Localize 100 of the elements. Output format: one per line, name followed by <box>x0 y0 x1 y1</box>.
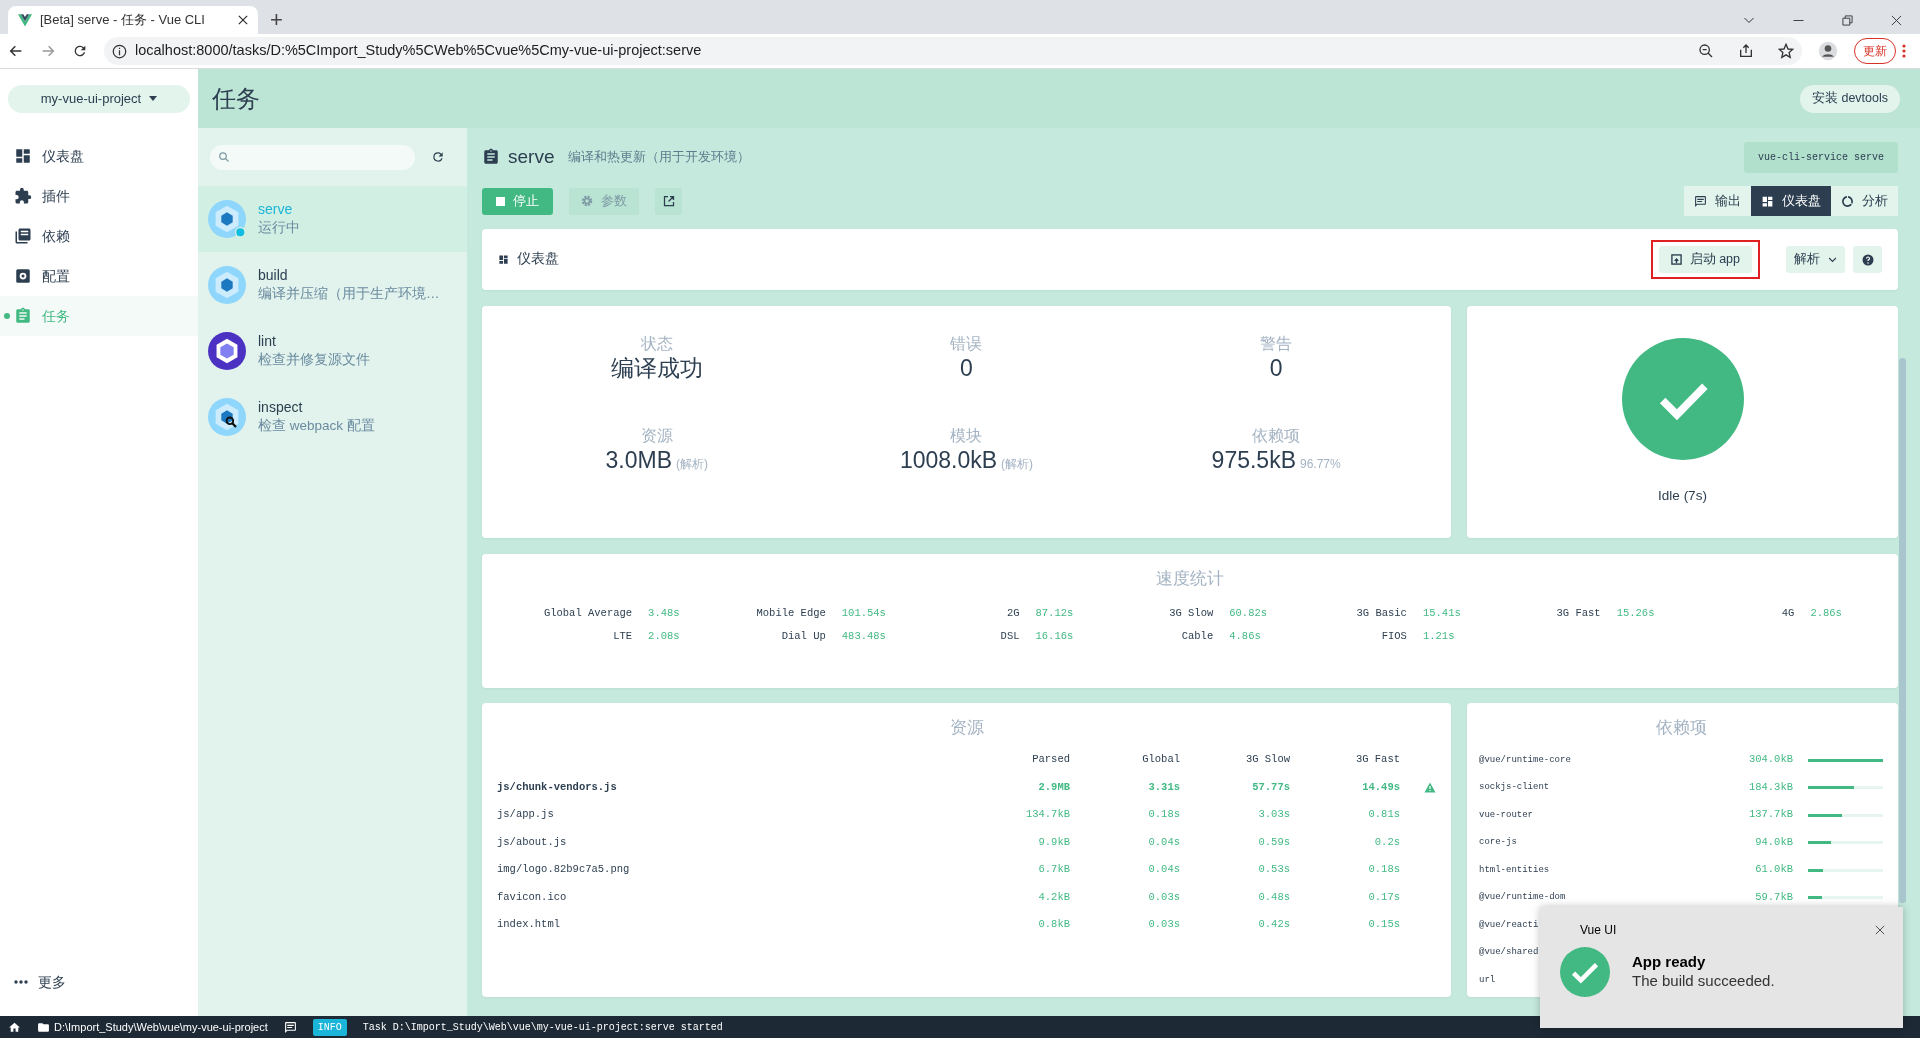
stat-value: 编译成功 <box>610 354 703 383</box>
logo-icon <box>18 13 32 27</box>
task-icon <box>208 266 246 304</box>
notification-app: Vue UI <box>1580 922 1617 939</box>
refresh-icon[interactable] <box>431 150 445 164</box>
asset-value: 14.49s <box>1362 780 1400 793</box>
view-tab[interactable]: 分析 <box>1831 186 1898 216</box>
more-icon <box>14 980 28 984</box>
sidebar-item[interactable]: 配置 <box>0 256 198 296</box>
help-button[interactable] <box>1853 246 1882 273</box>
folder-path[interactable]: D:\Import_Study\Web\vue\my-vue-ui-project <box>37 1018 268 1036</box>
task-item[interactable]: lint 检查并修复源文件 <box>198 318 467 384</box>
sidebar-item[interactable]: 依赖 <box>0 216 198 256</box>
launch-app-button[interactable]: 启动 app <box>1658 246 1752 273</box>
task-icon <box>208 398 246 436</box>
update-button[interactable]: 更新 <box>1854 38 1896 64</box>
dependency-name: @vue/reacti <box>1479 918 1539 932</box>
books-icon <box>14 227 32 245</box>
console-icon[interactable] <box>283 1020 297 1034</box>
new-tab-button[interactable]: + <box>270 9 283 31</box>
stat-value: 1008.0kB <box>899 446 998 475</box>
task-description: 运行中 <box>258 219 300 238</box>
task-item[interactable]: build 编译并压缩（用于生产环境… <box>198 252 467 318</box>
scrollbar[interactable] <box>1899 358 1906 903</box>
output-icon <box>1694 194 1707 208</box>
stat-label: 模块 <box>950 426 983 446</box>
speed-value: 2.86s <box>1810 605 1842 621</box>
check-icon <box>1560 947 1610 997</box>
task-name: build <box>258 266 289 286</box>
caret-icon <box>149 95 158 102</box>
task-description: 检查并修复源文件 <box>258 351 370 370</box>
back-icon[interactable] <box>8 43 24 59</box>
command-label: vue-cli-service serve <box>1743 141 1898 173</box>
close-icon[interactable] <box>1875 925 1885 935</box>
asset-value: 9.9kB <box>1038 835 1070 848</box>
sidebar-item[interactable]: 插件 <box>0 176 198 216</box>
dependency-size: 61.0kB <box>1755 862 1793 878</box>
stat-note: (解析) <box>1001 457 1034 472</box>
analyzer-dropdown[interactable]: 解析 <box>1786 246 1845 273</box>
star-icon[interactable] <box>1778 43 1794 59</box>
search-field[interactable] <box>210 144 415 170</box>
project-selector[interactable]: my-vue-ui-project <box>8 84 190 113</box>
stat-label: 状态 <box>640 334 673 354</box>
profile-icon[interactable] <box>1818 41 1838 61</box>
warning-icon <box>1424 781 1436 793</box>
notification-message: The build succeeded. <box>1632 972 1775 991</box>
zoom-icon[interactable] <box>1698 43 1714 59</box>
task-description: 检查 webpack 配置 <box>258 417 375 436</box>
view-tab[interactable]: 输出 <box>1684 186 1751 216</box>
info-icon[interactable] <box>112 43 127 59</box>
speed-value: 15.26s <box>1616 605 1655 621</box>
dependency-name: @vue/runtime-dom <box>1479 891 1566 904</box>
stat-value: 0 <box>1269 354 1283 383</box>
asset-value: 0.42s <box>1258 918 1290 931</box>
asset-value: 134.7kB <box>1025 808 1070 821</box>
search-icon <box>218 151 230 163</box>
sidebar-item[interactable]: 仪表盘 <box>0 136 198 176</box>
close-icon[interactable] <box>1891 14 1902 26</box>
chevron-down-icon <box>1828 255 1837 264</box>
dependency-name: core-js <box>1479 836 1517 849</box>
dependency-name: vue-router <box>1479 808 1533 822</box>
home-icon[interactable] <box>8 1020 21 1034</box>
asset-value: 0.04s <box>1148 835 1180 848</box>
speed-value: 101.54s <box>841 605 886 621</box>
asset-value: 0.03s <box>1148 890 1180 903</box>
more-item[interactable]: 更多 <box>0 962 198 1002</box>
stat-label: 错误 <box>950 334 983 354</box>
share-icon[interactable] <box>1738 43 1754 59</box>
speed-value: 3.48s <box>648 605 680 621</box>
task-icon <box>208 332 246 370</box>
speed-value: 4.86s <box>1229 629 1261 645</box>
task-item[interactable]: inspect 检查 webpack 配置 <box>198 384 467 450</box>
restore-icon[interactable] <box>1842 14 1853 26</box>
column-header: Parsed <box>1032 753 1070 766</box>
asset-value: 0.04s <box>1148 863 1180 876</box>
dashboard-icon <box>14 147 32 165</box>
asset-value: 0.2s <box>1374 835 1400 848</box>
speed-label: 3G Fast <box>1555 605 1601 621</box>
dependency-size: 137.7kB <box>1748 807 1793 823</box>
reload-icon[interactable] <box>72 43 88 59</box>
stat-label: 依赖项 <box>1252 426 1301 446</box>
puzzle-icon <box>14 187 32 205</box>
asset-value: 0.59s <box>1258 835 1290 848</box>
devtools-button[interactable]: 安装 devtools <box>1799 84 1900 113</box>
asset-value: 0.17s <box>1368 890 1400 903</box>
view-tab[interactable]: 仪表盘 <box>1751 186 1831 216</box>
open-external-button[interactable] <box>655 187 682 215</box>
external-link-icon <box>662 195 675 207</box>
asset-value: 0.03s <box>1148 918 1180 931</box>
stat-note: 96.77% <box>1300 457 1341 472</box>
forward-icon[interactable] <box>40 43 56 59</box>
speed-label: 3G Basic <box>1355 605 1407 621</box>
asset-value: 0.18s <box>1148 808 1180 821</box>
browser-tab[interactable]: [Beta] serve - 任务 - Vue CLI <box>8 6 258 34</box>
speed-label: 2G <box>1005 605 1020 621</box>
menu-icon[interactable] <box>1902 44 1906 58</box>
close-icon[interactable] <box>238 15 248 25</box>
speed-value: 1.21s <box>1422 629 1455 645</box>
notification-title: App ready <box>1632 953 1707 972</box>
task-icon <box>208 200 246 238</box>
